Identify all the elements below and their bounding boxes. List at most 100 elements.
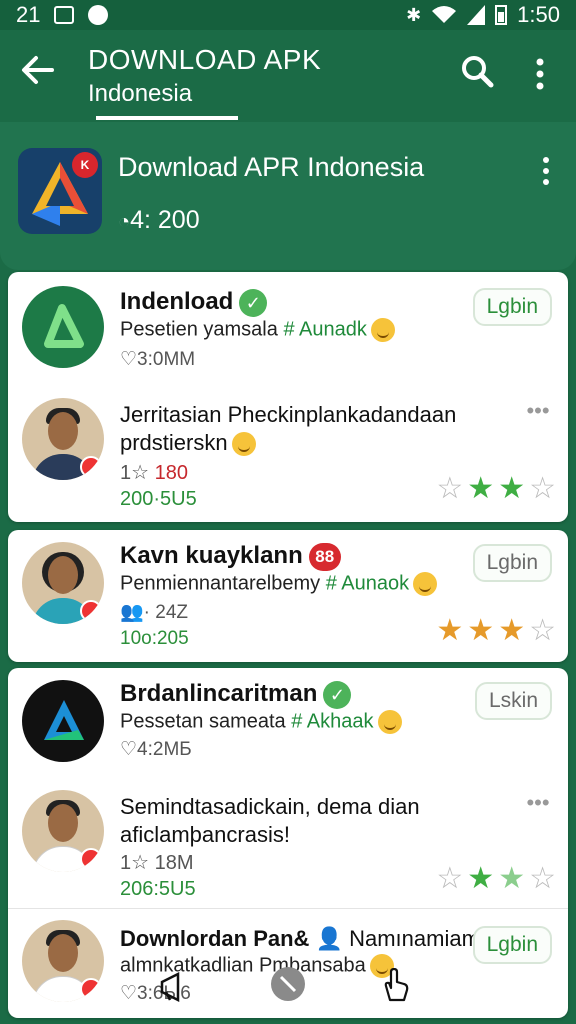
item-name-text: Downlordan Pan& — [120, 926, 310, 951]
star-icon[interactable]: ☆ — [529, 864, 556, 894]
list-item[interactable]: Indenload ✓ Pesetien yamsala # Aunadk ♡3:… — [8, 272, 568, 388]
app-subtitle: Indonesia — [88, 80, 193, 107]
header-title: Download APR Indonesia — [118, 152, 425, 182]
item-line: Pessetan sameata # Akhaak — [120, 710, 402, 734]
avatar — [22, 790, 104, 872]
hashtag[interactable]: # Aunadk — [283, 318, 366, 340]
item-meta: 👥· 24Z — [120, 600, 188, 624]
item-line: aficlamþancrasis! — [120, 822, 290, 848]
star-icon[interactable]: ★ — [498, 474, 525, 504]
avatar-badge-icon — [80, 456, 102, 478]
star-icon[interactable]: ☆ — [436, 864, 463, 894]
hashtag[interactable]: # Aunaok — [326, 572, 409, 594]
item-line-text: prdstierskn — [120, 430, 228, 455]
status-time-left: 21 — [16, 2, 41, 27]
rating-stars[interactable]: ☆ ★ ★ ☆ — [436, 474, 556, 504]
megaphone-icon[interactable] — [158, 971, 192, 1007]
item-meta-secondary-text: 10o:205 — [120, 628, 189, 649]
star-icon[interactable]: ★ — [498, 864, 525, 894]
item-name-text: Jerritasian Pheckinplankadandaan — [120, 402, 457, 427]
rating-stars[interactable]: ★ ★ ★ ☆ — [436, 616, 556, 646]
item-name: Downlordan Pan& 👤 Namınamiam, — [120, 926, 486, 952]
more-horiz-icon[interactable]: ••• — [524, 400, 552, 422]
item-name-secondary: Namınamiam, — [349, 926, 487, 951]
login-button[interactable]: Lskin — [474, 682, 552, 720]
emoji-icon — [413, 572, 438, 596]
login-button[interactable]: Lgbin — [472, 926, 552, 964]
item-meta: ♡4:2MБ — [120, 738, 192, 761]
list-item[interactable]: Kavn kuayklann 88 Penmiennantarelbemy # A… — [8, 530, 568, 662]
hashtag[interactable]: # Akhaak — [291, 710, 373, 732]
star-icon[interactable]: ★ — [467, 616, 494, 646]
clock-icon: ◔ — [118, 211, 131, 233]
item-meta-secondary: 200·5U5 — [120, 488, 197, 510]
app-bar-titles: DOWNLOAD APK Indonesia — [88, 44, 321, 108]
star-icon[interactable]: ★ — [467, 864, 494, 894]
star-icon[interactable]: ★ — [436, 616, 463, 646]
list-item[interactable]: Brdanlincaritman ✓ Pessetan sameata # Akh… — [8, 668, 568, 780]
app-logo-icon: K — [18, 148, 102, 234]
gallery-icon — [54, 6, 75, 24]
star-icon[interactable]: ☆ — [529, 474, 556, 504]
item-meta-text: 3:0MM — [137, 349, 196, 370]
more-vert-icon[interactable] — [530, 56, 550, 92]
emoji-icon — [231, 432, 256, 457]
item-line-text: almnkatkadlian Pmbansaba — [120, 954, 366, 977]
wifi-icon — [432, 6, 457, 23]
item-meta-count: 1 — [120, 462, 132, 484]
app-header-card: K Download APR Indonesia ◔4: 200 — [0, 122, 576, 270]
people-icon: 👥 — [120, 602, 144, 623]
item-meta-red: 180 — [154, 462, 188, 484]
item-meta: 1☆ 18M — [120, 850, 194, 875]
item-meta: 1☆ 180 — [120, 460, 188, 485]
heart-icon: ♡ — [120, 349, 138, 370]
verified-icon: ✓ — [239, 288, 268, 317]
item-name-text: Kavn kuayklann — [120, 542, 303, 569]
item-name: Jerritasian Pheckinplankadandaan — [120, 402, 456, 428]
item-name: Brdanlincaritman ✓ — [120, 680, 352, 709]
item-meta-text: · 24Z — [143, 602, 189, 623]
list-item[interactable]: Semindtasadickain, dema dian aficlamþanc… — [8, 780, 568, 908]
item-meta-secondary: 206:5U5 — [120, 878, 196, 900]
star-icon[interactable]: ☆ — [529, 616, 556, 646]
count-badge: 88 — [308, 542, 341, 571]
item-line-text: Penmiennantarelbemy — [120, 572, 321, 595]
person-icon: 👤 — [315, 926, 343, 951]
heart-icon: ♡ — [120, 739, 138, 760]
status-time-right: 1:50 — [517, 2, 560, 27]
verified-icon: ✓ — [323, 680, 352, 709]
header-more-icon[interactable] — [536, 156, 556, 186]
hand-pointer-icon[interactable] — [380, 967, 410, 1007]
list-item[interactable]: Jerritasian Pheckinplankadandaan prdstie… — [8, 388, 568, 522]
login-button[interactable]: Lgbin — [472, 544, 552, 582]
bluetooth-icon: ✱ — [406, 4, 422, 25]
edit-fab-icon[interactable] — [270, 966, 306, 1007]
star-icon[interactable]: ★ — [498, 616, 525, 646]
star-icon[interactable]: ★ — [467, 474, 494, 504]
login-button[interactable]: Lgbin — [472, 288, 552, 326]
avatar — [22, 680, 104, 762]
item-name: Kavn kuayklann 88 — [120, 542, 341, 571]
search-icon[interactable] — [460, 54, 494, 88]
item-line-text: Pessetan sameata — [120, 710, 286, 733]
feed-card: Indenload ✓ Pesetien yamsala # Aunadk ♡3:… — [8, 272, 568, 522]
item-meta-text: 4:2MБ — [137, 739, 192, 760]
emoji-icon — [370, 318, 395, 342]
rating-stars[interactable]: ☆ ★ ★ ☆ — [436, 864, 556, 894]
avatar-badge-icon — [80, 600, 102, 622]
item-name-text: Indenload — [120, 288, 234, 315]
more-horiz-icon[interactable]: ••• — [524, 792, 552, 814]
star-icon[interactable]: ☆ — [436, 474, 463, 504]
app-logo-badge: K — [72, 152, 98, 178]
tab-indicator — [96, 116, 238, 120]
item-line: Pesetien yamsala # Aunadk — [120, 318, 395, 342]
avatar — [22, 542, 104, 624]
item-meta-text: 18M — [154, 852, 194, 874]
status-bar: 21 ✱ 1:50 — [0, 0, 576, 30]
back-arrow-icon[interactable] — [20, 52, 56, 95]
star-outline-icon: ☆ — [131, 852, 150, 874]
item-line-text: Pesetien yamsala — [120, 318, 278, 341]
avatar-badge-icon — [80, 978, 102, 1000]
header-meta: ◔4: 200 — [118, 206, 200, 235]
notification-icon — [88, 5, 109, 25]
